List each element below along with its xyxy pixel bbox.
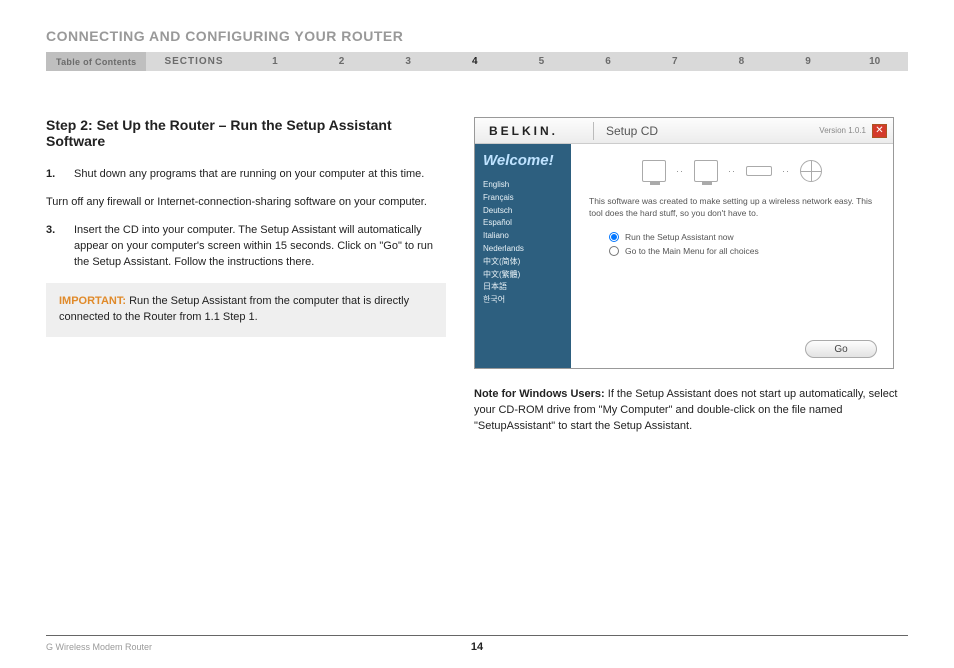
radio-main-menu[interactable]: Go to the Main Menu for all choices <box>589 246 875 256</box>
brand-dot: . <box>552 124 555 138</box>
page-title: CONNECTING AND CONFIGURING YOUR ROUTER <box>46 28 908 44</box>
list-number: 1. <box>46 167 74 183</box>
section-link-5[interactable]: 5 <box>508 56 575 67</box>
topology-icons: ·· ·· ·· <box>589 160 875 182</box>
paragraph: Turn off any firewall or Internet-connec… <box>46 195 446 211</box>
window-label: Setup CD <box>606 124 658 138</box>
list-item: 3. Insert the CD into your computer. The… <box>46 223 446 271</box>
language-item[interactable]: 中文(繁體) <box>483 269 563 282</box>
language-item[interactable]: Deutsch <box>483 205 563 218</box>
language-sidebar: Welcome! English Français Deutsch Españo… <box>475 144 571 368</box>
windows-note: Note for Windows Users: If the Setup Ass… <box>474 387 908 435</box>
section-link-2[interactable]: 2 <box>308 56 375 67</box>
connection-dots-icon: ·· <box>782 166 790 176</box>
router-icon <box>746 166 772 176</box>
section-navbar: Table of Contents SECTIONS 1 2 3 4 5 6 7… <box>46 52 908 71</box>
step-list-2: 3. Insert the CD into your computer. The… <box>46 223 446 271</box>
language-item[interactable]: 한국어 <box>483 294 563 307</box>
section-link-3[interactable]: 3 <box>375 56 442 67</box>
page-footer: G Wireless Modem Router 14 <box>46 635 908 652</box>
welcome-heading: Welcome! <box>483 152 563 169</box>
radio-label: Go to the Main Menu for all choices <box>625 246 759 256</box>
version-text: Version 1.0.1 <box>819 126 866 135</box>
radio-run-setup[interactable]: Run the Setup Assistant now <box>589 232 875 242</box>
product-name: G Wireless Modem Router <box>46 642 152 652</box>
close-icon[interactable]: ✕ <box>872 124 887 138</box>
section-link-8[interactable]: 8 <box>708 56 775 67</box>
radio-input[interactable] <box>609 246 619 256</box>
brand-text: BELKIN <box>489 124 552 138</box>
section-link-9[interactable]: 9 <box>775 56 842 67</box>
computer-icon <box>642 160 666 182</box>
setup-cd-screenshot: BELKIN. Setup CD Version 1.0.1 ✕ Welcome… <box>474 117 894 369</box>
manual-page: CONNECTING AND CONFIGURING YOUR ROUTER T… <box>0 0 954 668</box>
sections-label: SECTIONS <box>146 56 241 67</box>
language-item[interactable]: 中文(简体) <box>483 256 563 269</box>
radio-label: Run the Setup Assistant now <box>625 232 734 242</box>
list-text: Shut down any programs that are running … <box>74 167 446 183</box>
radio-input[interactable] <box>609 232 619 242</box>
section-link-4[interactable]: 4 <box>441 56 508 67</box>
section-link-1[interactable]: 1 <box>242 56 309 67</box>
step-list: 1. Shut down any programs that are runni… <box>46 167 446 183</box>
language-item[interactable]: Nederlands <box>483 243 563 256</box>
language-list: English Français Deutsch Español Italian… <box>483 179 563 307</box>
brand-logo: BELKIN. <box>489 124 581 138</box>
left-column: Step 2: Set Up the Router – Run the Setu… <box>46 117 446 435</box>
app-main: ·· ·· ·· This software was created to ma… <box>571 144 893 368</box>
list-item: 1. Shut down any programs that are runni… <box>46 167 446 183</box>
go-button[interactable]: Go <box>805 340 877 358</box>
section-link-7[interactable]: 7 <box>641 56 708 67</box>
list-number: 3. <box>46 223 74 271</box>
language-item[interactable]: Español <box>483 217 563 230</box>
section-link-10[interactable]: 10 <box>841 56 908 67</box>
important-label: IMPORTANT: <box>59 295 126 307</box>
note-label: Note for Windows Users: <box>474 388 605 400</box>
content-columns: Step 2: Set Up the Router – Run the Setu… <box>46 117 908 435</box>
globe-icon <box>800 160 822 182</box>
connection-dots-icon: ·· <box>728 166 736 176</box>
language-item[interactable]: 日本語 <box>483 281 563 294</box>
page-number: 14 <box>471 641 483 653</box>
toc-link[interactable]: Table of Contents <box>46 52 146 71</box>
language-item[interactable]: Français <box>483 192 563 205</box>
app-description: This software was created to make settin… <box>589 196 875 220</box>
app-titlebar: BELKIN. Setup CD Version 1.0.1 ✕ <box>475 118 893 144</box>
language-item[interactable]: Italiano <box>483 230 563 243</box>
step-heading: Step 2: Set Up the Router – Run the Setu… <box>46 117 446 149</box>
separator <box>593 122 594 140</box>
connection-dots-icon: ·· <box>676 166 684 176</box>
list-text: Insert the CD into your computer. The Se… <box>74 223 446 271</box>
section-link-6[interactable]: 6 <box>575 56 642 67</box>
app-body: Welcome! English Français Deutsch Españo… <box>475 144 893 368</box>
language-item[interactable]: English <box>483 179 563 192</box>
computer-icon <box>694 160 718 182</box>
important-callout: IMPORTANT: Run the Setup Assistant from … <box>46 283 446 337</box>
right-column: BELKIN. Setup CD Version 1.0.1 ✕ Welcome… <box>474 117 908 435</box>
